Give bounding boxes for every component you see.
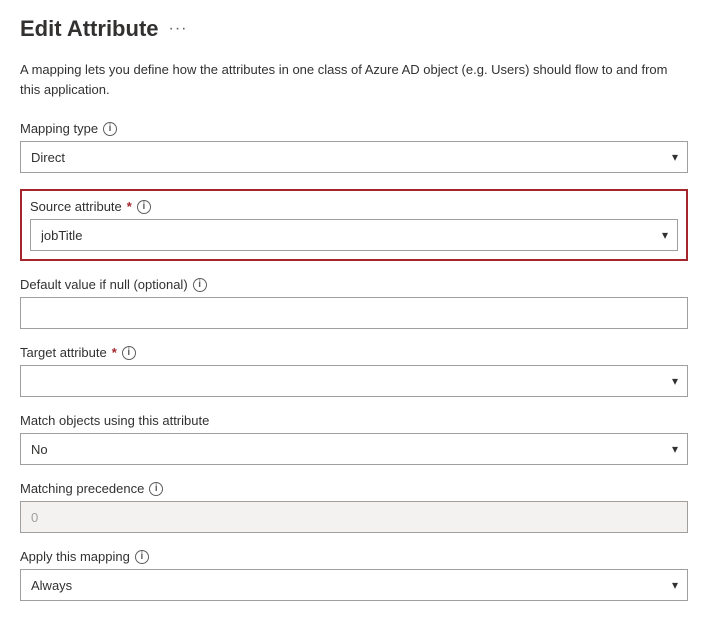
apply-mapping-select[interactable]: Always Only during object creation Only …	[20, 569, 688, 601]
default-value-info-icon[interactable]: i	[193, 278, 207, 292]
target-attribute-select[interactable]	[20, 365, 688, 397]
source-attribute-select[interactable]: jobTitle displayName mail userPrincipalN…	[30, 219, 678, 251]
source-attribute-label: Source attribute * i	[30, 199, 678, 214]
target-attribute-select-wrapper: ▾	[20, 365, 688, 397]
target-attribute-group: Target attribute * i ▾	[20, 345, 688, 397]
target-attribute-info-icon[interactable]: i	[122, 346, 136, 360]
mapping-type-group: Mapping type i Direct Constant Expressio…	[20, 121, 688, 173]
match-objects-group: Match objects using this attribute No Ye…	[20, 413, 688, 465]
match-objects-select-wrapper: No Yes ▾	[20, 433, 688, 465]
match-objects-select[interactable]: No Yes	[20, 433, 688, 465]
source-attribute-group: Source attribute * i jobTitle displayNam…	[20, 189, 688, 261]
apply-mapping-select-wrapper: Always Only during object creation Only …	[20, 569, 688, 601]
mapping-type-select-wrapper: Direct Constant Expression ▾	[20, 141, 688, 173]
mapping-type-info-icon[interactable]: i	[103, 122, 117, 136]
matching-precedence-label: Matching precedence i	[20, 481, 688, 496]
match-objects-label: Match objects using this attribute	[20, 413, 688, 428]
default-value-input[interactable]	[20, 297, 688, 329]
apply-mapping-info-icon[interactable]: i	[135, 550, 149, 564]
matching-precedence-group: Matching precedence i	[20, 481, 688, 533]
matching-precedence-info-icon[interactable]: i	[149, 482, 163, 496]
target-attribute-required: *	[112, 345, 117, 360]
mapping-type-label: Mapping type i	[20, 121, 688, 136]
description-text: A mapping lets you define how the attrib…	[20, 60, 688, 99]
apply-mapping-group: Apply this mapping i Always Only during …	[20, 549, 688, 601]
mapping-type-select[interactable]: Direct Constant Expression	[20, 141, 688, 173]
source-attribute-select-wrapper: jobTitle displayName mail userPrincipalN…	[30, 219, 678, 251]
apply-mapping-label: Apply this mapping i	[20, 549, 688, 564]
source-attribute-required: *	[127, 199, 132, 214]
source-attribute-info-icon[interactable]: i	[137, 200, 151, 214]
matching-precedence-input	[20, 501, 688, 533]
target-attribute-label: Target attribute * i	[20, 345, 688, 360]
page-header: Edit Attribute ···	[20, 16, 688, 42]
default-value-label: Default value if null (optional) i	[20, 277, 688, 292]
ellipsis-menu[interactable]: ···	[169, 20, 188, 38]
default-value-group: Default value if null (optional) i	[20, 277, 688, 329]
page-title: Edit Attribute	[20, 16, 159, 42]
